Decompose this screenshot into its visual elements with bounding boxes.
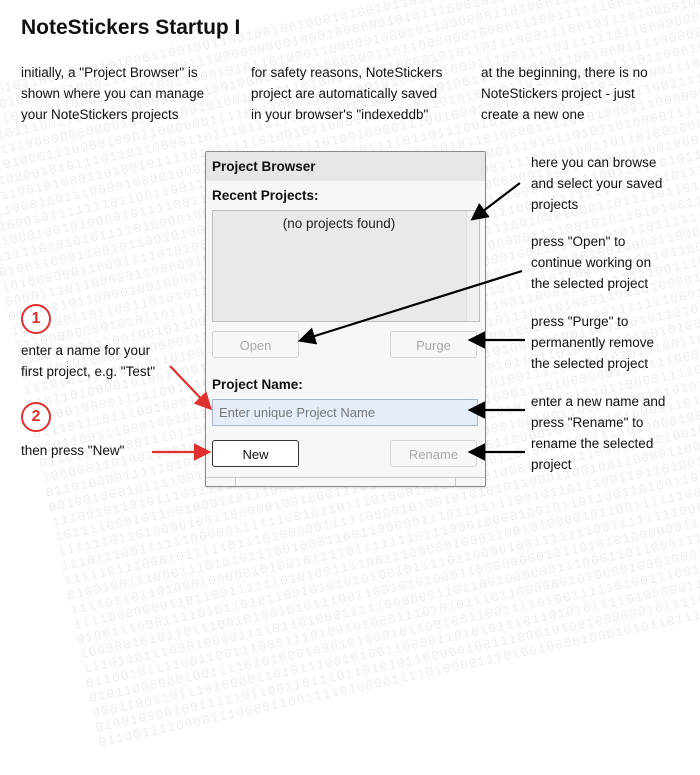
arrow-step1-to-input [169,365,213,411]
arrow-to-list [470,182,521,221]
annotation-arrows [152,182,525,461]
arrow-to-open [297,269,523,345]
